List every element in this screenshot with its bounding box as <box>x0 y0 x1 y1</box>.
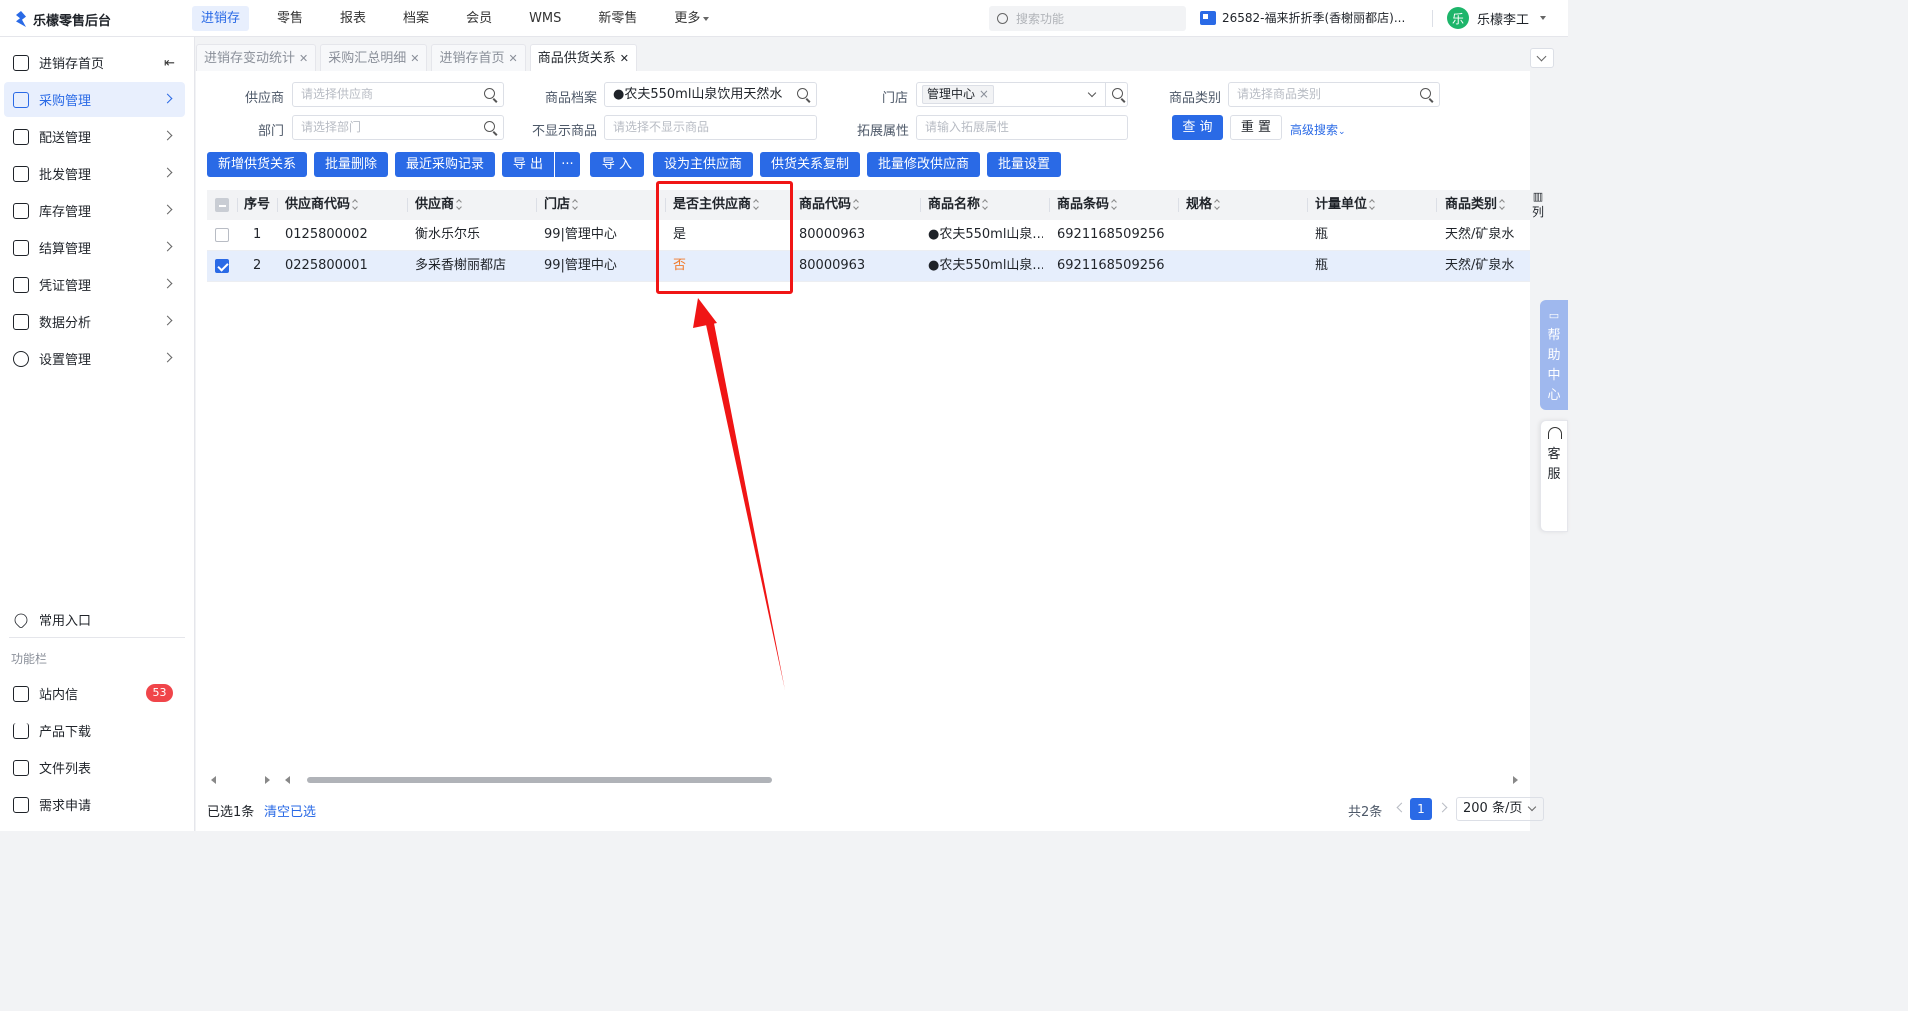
annotation-arrow-head <box>693 298 717 328</box>
annotation-arrow <box>693 298 785 690</box>
annotation-arrow-shaft <box>705 318 785 690</box>
